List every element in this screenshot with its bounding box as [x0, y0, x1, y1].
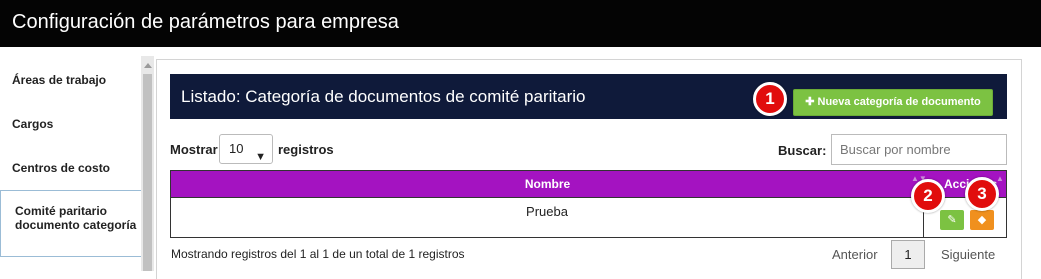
table-info: Mostrando registros del 1 al 1 de un tot…: [171, 247, 465, 261]
scroll-thumb[interactable]: [143, 74, 152, 271]
tag-icon: ◆: [977, 214, 987, 226]
sort-icon[interactable]: ▲: [996, 174, 1004, 183]
show-label: Mostrar: [170, 142, 218, 157]
pagination-next[interactable]: Siguiente: [941, 247, 995, 262]
sidebar-item-centros-costo[interactable]: Centros de costo: [0, 161, 141, 175]
scroll-up-arrow-icon[interactable]: [144, 63, 152, 68]
records-label: registros: [278, 142, 334, 157]
annotation-badge-3: 3: [965, 177, 999, 211]
sidebar: Áreas de trabajo Cargos Centros de costo…: [0, 56, 141, 271]
cell-nombre: Prueba: [171, 198, 924, 237]
tag-button[interactable]: ◆: [970, 210, 994, 230]
table-header-row: Nombre ▲▼ Acciones ▲: [170, 170, 1007, 198]
sidebar-item-cargos[interactable]: Cargos: [0, 117, 141, 131]
page-size-value: 10: [229, 141, 244, 156]
pencil-icon: ✎: [947, 214, 957, 226]
column-header-nombre[interactable]: Nombre: [171, 171, 924, 197]
edit-button[interactable]: ✎: [940, 210, 964, 230]
new-category-button[interactable]: ✚ Nueva categoría de documento: [793, 89, 993, 116]
sidebar-scrollbar[interactable]: [141, 56, 154, 271]
sidebar-item-areas[interactable]: Áreas de trabajo: [0, 73, 141, 87]
pagination-page-1[interactable]: 1: [891, 240, 925, 269]
listing-header: Listado: Categoría de documentos de comi…: [170, 74, 1007, 119]
annotation-badge-2: 2: [911, 179, 945, 213]
page-size-select[interactable]: 10 ▼: [219, 134, 273, 164]
annotation-badge-1: 1: [753, 82, 787, 116]
pagination-previous[interactable]: Anterior: [832, 247, 878, 262]
table-row: Prueba ✎ ◆: [170, 198, 1007, 238]
search-input[interactable]: Buscar por nombre: [831, 134, 1007, 165]
listing-title: Listado: Categoría de documentos de comi…: [181, 87, 586, 106]
window-title: Configuración de parámetros para empresa: [0, 0, 1041, 47]
search-label: Buscar:: [778, 143, 827, 158]
sidebar-item-comite-paritario[interactable]: Comité paritario documento categoría: [0, 190, 141, 257]
chevron-down-icon: ▼: [255, 151, 266, 163]
